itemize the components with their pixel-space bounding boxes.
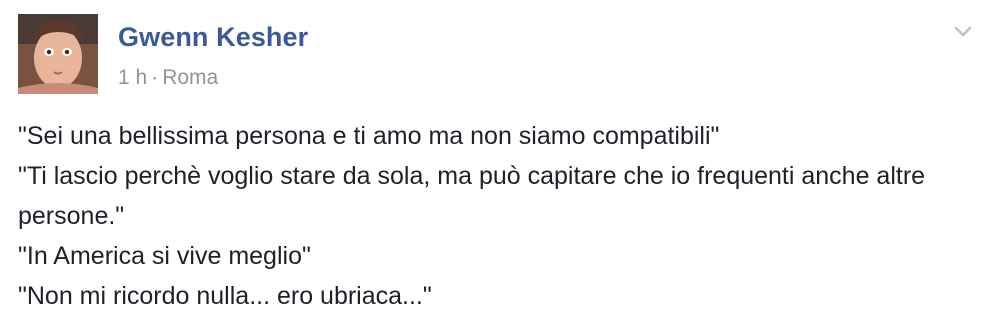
post-timestamp[interactable]: 1 h bbox=[118, 66, 147, 89]
author-name[interactable]: Gwenn Kesher bbox=[118, 22, 308, 53]
post-line: "In America si vive meglio" bbox=[18, 242, 311, 270]
post-options-button[interactable] bbox=[950, 18, 976, 44]
post-location[interactable]: Roma bbox=[162, 66, 218, 89]
post-meta: 1 h · Roma bbox=[118, 66, 218, 90]
meta-separator: · bbox=[151, 66, 159, 89]
chevron-down-icon bbox=[954, 26, 972, 37]
post-line: "Non mi ricordo nulla... ero ubriaca..." bbox=[18, 282, 432, 310]
facebook-post: Gwenn Kesher 1 h · Roma "Sei una bellissim… bbox=[0, 0, 990, 328]
post-body: "Sei una bellissima persona e ti amo ma … bbox=[18, 116, 968, 316]
post-line: "Ti lascio perchè voglio stare da sola, … bbox=[18, 162, 926, 230]
post-line: "Sei una bellissima persona e ti amo ma … bbox=[18, 122, 720, 150]
avatar[interactable] bbox=[18, 14, 98, 94]
profile-photo-icon bbox=[18, 14, 98, 94]
